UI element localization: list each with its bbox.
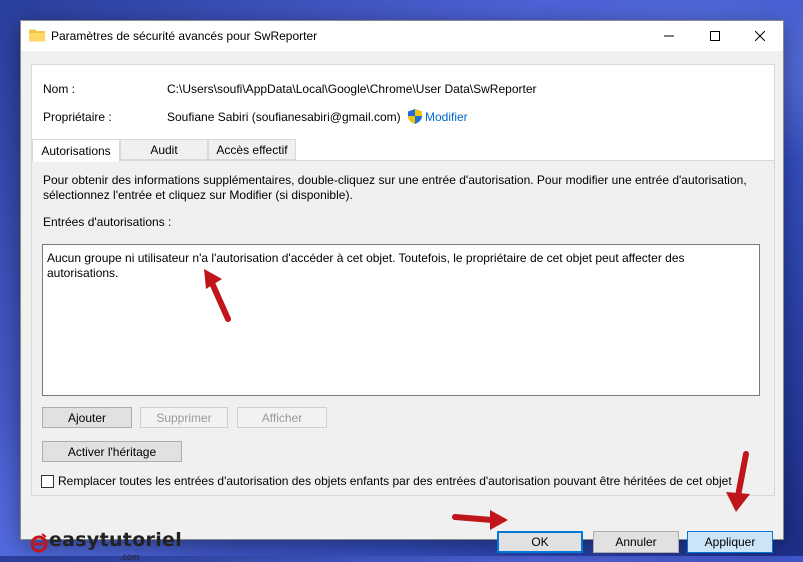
name-label: Nom : — [43, 82, 76, 96]
name-value: C:\Users\soufi\AppData\Local\Google\Chro… — [167, 82, 537, 96]
brand-text: easytutoriel — [49, 529, 183, 551]
owner-value: Soufiane Sabiri (soufianesabiri@gmail.co… — [167, 110, 401, 124]
title-bar[interactable]: Paramètres de sécurité avancés pour SwRe… — [21, 21, 783, 51]
maximize-icon — [710, 31, 720, 41]
owner-label: Propriétaire : — [43, 110, 112, 124]
entries-message-line1: Aucun groupe ni utilisateur n'a l'autori… — [47, 251, 685, 265]
brand-suffix: .com — [120, 552, 140, 562]
window-title: Paramètres de sécurité avancés pour SwRe… — [51, 29, 318, 43]
enable-inheritance-button[interactable]: Activer l'héritage — [42, 441, 182, 462]
ok-button[interactable]: OK — [497, 531, 583, 553]
view-button[interactable]: Afficher — [237, 407, 327, 428]
uac-shield-icon — [408, 109, 422, 124]
minimize-icon — [664, 35, 674, 37]
tab-audit[interactable]: Audit — [120, 139, 208, 160]
easytutoriel-logo-icon — [31, 533, 48, 553]
main-panel: Nom : C:\Users\soufi\AppData\Local\Googl… — [31, 64, 775, 496]
entries-label: Entrées d'autorisations : — [43, 215, 172, 229]
annotation-arrow-ok — [452, 510, 508, 530]
maximize-button[interactable] — [692, 21, 738, 51]
cancel-button[interactable]: Annuler — [593, 531, 679, 553]
close-icon — [755, 31, 765, 41]
annotation-arrow-apply — [726, 451, 750, 512]
dialog-content: Nom : C:\Users\soufi\AppData\Local\Googl… — [21, 51, 783, 562]
folder-icon — [29, 29, 45, 42]
replace-child-entries-label: Remplacer toutes les entrées d'autorisat… — [58, 474, 732, 488]
modify-owner-link[interactable]: Modifier — [425, 110, 468, 124]
tab-permissions[interactable]: Autorisations — [32, 139, 120, 162]
info-text-line1: Pour obtenir des informations supplément… — [43, 173, 747, 187]
close-button[interactable] — [737, 21, 783, 51]
entries-message-line2: autorisations. — [47, 266, 119, 280]
remove-button[interactable]: Supprimer — [140, 407, 228, 428]
tab-bar: Autorisations Audit Accès effectif — [32, 139, 774, 162]
replace-child-entries-checkbox[interactable] — [41, 475, 54, 488]
minimize-button[interactable] — [646, 21, 692, 51]
apply-button[interactable]: Appliquer — [687, 531, 773, 553]
tab-effective-access[interactable]: Accès effectif — [208, 139, 296, 160]
permissions-tab-body: Pour obtenir des informations supplément… — [32, 161, 774, 495]
annotation-arrow-entries — [204, 269, 231, 322]
info-text-line2: sélectionnez l'entrée et cliquez sur Mod… — [43, 188, 353, 202]
add-button[interactable]: Ajouter — [42, 407, 132, 428]
advanced-security-dialog: Paramètres de sécurité avancés pour SwRe… — [20, 20, 784, 562]
permission-entries-list[interactable]: Aucun groupe ni utilisateur n'a l'autori… — [42, 244, 760, 396]
